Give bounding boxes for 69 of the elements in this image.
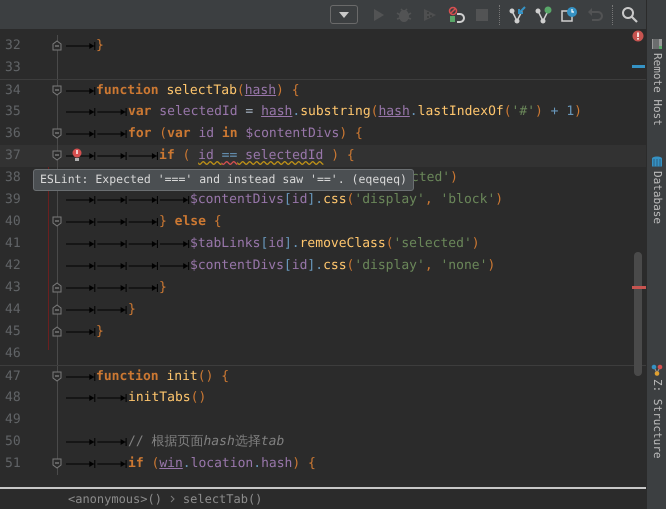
database-icon — [650, 156, 662, 168]
plug-icon[interactable] — [447, 6, 465, 24]
tool-window-tab[interactable]: Z: Structure — [648, 364, 665, 458]
fold-icon[interactable] — [52, 458, 62, 469]
line-number: 34 — [4, 82, 22, 100]
code-line: initTabs() — [128, 389, 206, 408]
tool-window-tab[interactable]: Remote Host — [648, 38, 665, 126]
tab-label: Database — [650, 170, 665, 224]
code-comment: // 根据页面hash选择tab — [128, 433, 284, 452]
tab-label: Remote Host — [650, 53, 665, 126]
code-line: } — [159, 279, 167, 298]
code-line: function init() { — [96, 368, 230, 386]
fold-icon[interactable] — [52, 370, 62, 382]
lightbulb-icon[interactable] — [72, 148, 82, 162]
line-number: 49 — [4, 411, 22, 430]
code-line: } else { — [159, 213, 222, 232]
line-number: 46 — [4, 345, 22, 364]
tab-label: Z: Structure — [650, 378, 665, 458]
code-line: if (win.location.hash) { — [128, 455, 316, 474]
remote-icon — [650, 38, 662, 50]
breadcrumb[interactable]: selectTab() — [182, 490, 262, 508]
line-number: 48 — [4, 389, 22, 408]
error-marker[interactable] — [632, 286, 646, 289]
info-marker[interactable] — [632, 65, 645, 68]
fold-end-icon[interactable] — [52, 326, 62, 337]
scrollbar-thumb[interactable] — [634, 252, 642, 376]
line-number: 36 — [4, 125, 22, 144]
code-line: function selectTab(hash) { — [96, 82, 300, 100]
code-line: } — [128, 301, 136, 320]
line-number: 40 — [4, 213, 22, 232]
line-number: 50 — [4, 433, 22, 452]
vcs-commit-icon[interactable] — [534, 6, 552, 24]
line-number: 47 — [4, 368, 22, 386]
fold-icon[interactable] — [52, 128, 62, 139]
lint-tooltip: ESLint: Expected '===' and instead saw '=='. (eqeqeq) — [33, 169, 414, 191]
error-icon[interactable] — [632, 30, 644, 42]
code-line: } — [96, 37, 104, 56]
chevron-icon — [170, 495, 175, 503]
fold-end-icon[interactable] — [52, 282, 62, 293]
code-line: } — [96, 323, 104, 342]
line-number: 33 — [4, 59, 22, 78]
fold-icon[interactable] — [52, 216, 62, 227]
fold-end-icon[interactable] — [52, 40, 62, 51]
line-number: 42 — [4, 257, 22, 276]
history-icon[interactable] — [560, 6, 578, 24]
line-number: 32 — [4, 37, 22, 56]
fold-icon[interactable] — [52, 150, 62, 161]
fold-end-icon[interactable] — [52, 304, 62, 315]
code-line: $contentDivs[id].css('display', 'none') — [190, 257, 496, 276]
line-number: 44 — [4, 301, 22, 320]
line-number: 41 — [4, 235, 22, 254]
structure-icon — [650, 364, 662, 376]
caret-icon — [339, 12, 349, 18]
line-number: 39 — [4, 191, 22, 210]
code-line: var selectedId = hash.substring(hash.lastIndexOf('#') + 1) — [128, 103, 582, 122]
line-number: 45 — [4, 323, 22, 342]
line-number: 35 — [4, 103, 22, 122]
tool-window-tab[interactable]: Database — [648, 156, 665, 224]
line-number: 43 — [4, 279, 22, 298]
code-line: if ( id == selectedId ) { — [159, 147, 355, 166]
line-number: 51 — [4, 455, 22, 474]
vcs-update-icon[interactable] — [508, 6, 526, 24]
breadcrumb[interactable]: <anonymous>() — [68, 490, 162, 508]
code-line: $contentDivs[id].css('display', 'block') — [190, 191, 504, 210]
search-icon[interactable] — [621, 6, 639, 24]
code-line: $tabLinks[id].removeClass('selected') — [190, 235, 480, 254]
dropdown-button[interactable] — [330, 5, 358, 24]
fold-icon[interactable] — [52, 84, 62, 96]
code-line: for (var id in $contentDivs) { — [128, 125, 363, 144]
